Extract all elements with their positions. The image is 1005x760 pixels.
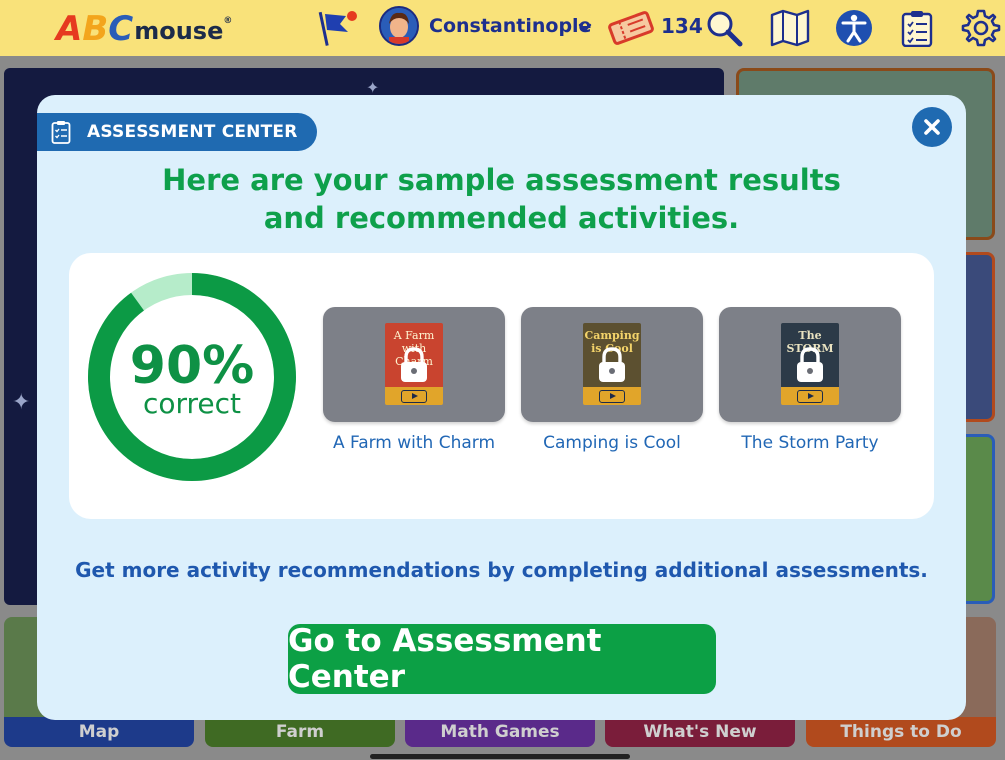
logo-letter-c: C (108, 9, 134, 49)
more-recommendations-text: Get more activity recommendations by com… (75, 558, 928, 582)
star-icon: ✦ (12, 390, 31, 415)
activity-thumbnail[interactable]: A Farm with Charm (323, 307, 505, 422)
tile-label: Map (4, 717, 194, 747)
activity-thumbnail[interactable]: Camping is Cool (521, 307, 703, 422)
tile-label: Things to Do (806, 717, 996, 747)
gear-icon[interactable] (960, 8, 1002, 48)
activity-card-storm[interactable]: The STORM The Storm Party (719, 307, 901, 455)
activity-card-farm[interactable]: A Farm with Charm A Farm with Charm (323, 307, 505, 455)
logo-letter-a: A (56, 9, 83, 49)
logo-word-mouse: mouse (134, 17, 224, 45)
lock-icon (401, 347, 427, 382)
ticket-count: 134 (661, 14, 703, 38)
activity-card-camping[interactable]: Camping is Cool Camping is Cool (521, 307, 703, 455)
modal-tag: ASSESSMENT CENTER (37, 113, 317, 151)
ticket-icon[interactable] (606, 8, 656, 48)
accessibility-icon[interactable] (834, 8, 874, 48)
results-panel: 90% correct A Farm with Charm A Farm wit… (69, 253, 934, 519)
results-headline: Here are your sample assessment results … (37, 161, 966, 237)
avatar[interactable] (379, 6, 419, 46)
score-label: correct (142, 387, 242, 420)
map-icon[interactable] (768, 8, 812, 48)
logo-letter-b: B (82, 9, 109, 49)
lock-icon (797, 347, 823, 382)
tile-label: Farm (205, 717, 395, 747)
play-icon (797, 390, 823, 403)
activity-title[interactable]: Camping is Cool (521, 431, 703, 455)
score-percent: 90% (129, 336, 255, 396)
headline-line-2: and recommended activities. (263, 201, 740, 235)
tile-label: What's New (605, 717, 795, 747)
activity-title[interactable]: A Farm with Charm (323, 431, 505, 455)
go-to-assessment-center-button[interactable]: Go to Assessment Center (288, 623, 716, 695)
headline-line-1: Here are your sample assessment results (162, 163, 841, 197)
assessment-results-modal: ASSESSMENT CENTER Here are your sample a… (37, 95, 966, 720)
play-icon (401, 390, 427, 403)
logo-registered-mark: ® (223, 16, 233, 26)
top-bar: A B C mouse ® Constantinople 134 (0, 0, 1005, 56)
lock-icon (599, 347, 625, 382)
tile-label: Math Games (405, 717, 595, 747)
activity-title[interactable]: The Storm Party (719, 431, 901, 455)
activity-thumbnail[interactable]: The STORM (719, 307, 901, 422)
close-icon (924, 119, 940, 135)
home-indicator (370, 754, 630, 759)
clipboard-icon (51, 119, 75, 145)
close-button[interactable] (912, 107, 952, 147)
play-icon (599, 390, 625, 403)
flag-icon[interactable] (316, 8, 360, 48)
modal-tag-label: ASSESSMENT CENTER (87, 122, 298, 142)
abcmouse-logo[interactable]: A B C mouse ® (56, 8, 232, 46)
search-icon[interactable] (704, 8, 744, 48)
chevron-down-icon[interactable] (574, 8, 596, 48)
user-name[interactable]: Constantinople (429, 15, 591, 37)
checklist-icon[interactable] (899, 8, 935, 48)
